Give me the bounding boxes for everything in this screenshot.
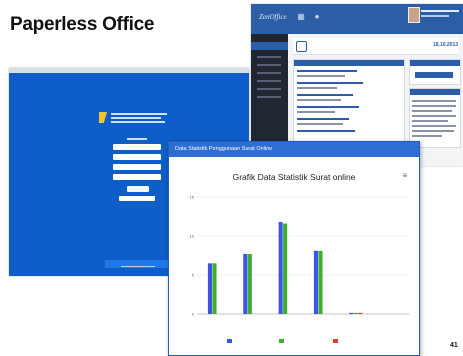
browser-chrome [9, 68, 249, 73]
dashboard-brand: ZenOffice [259, 13, 287, 21]
captcha-field[interactable] [113, 164, 161, 170]
sidebar-item[interactable] [257, 72, 281, 74]
user-name-line [421, 10, 459, 12]
org-name-line [111, 117, 161, 119]
notice-line [412, 105, 456, 107]
message-line [297, 111, 335, 113]
org-name-line [111, 121, 165, 123]
chart-plot: 0 5 10 15 [190, 195, 409, 317]
sidebar-item[interactable] [257, 80, 281, 82]
form-heading [127, 138, 147, 140]
notice-line [412, 125, 456, 127]
y-tick-label: 0 [192, 312, 195, 317]
chart-window: Data Statistik Penggunaan Surat Online G… [168, 141, 420, 356]
bar[interactable] [278, 221, 283, 314]
password-field[interactable] [113, 154, 161, 160]
notice-panel [409, 88, 461, 148]
message-line [297, 123, 343, 125]
legend-swatch [227, 338, 232, 343]
message-line [297, 87, 337, 89]
avatar[interactable] [408, 7, 420, 23]
page-number: 41 [450, 342, 458, 349]
username-field[interactable] [113, 144, 161, 150]
message-line[interactable] [297, 130, 355, 132]
sidebar-item[interactable] [257, 64, 281, 66]
legend-item[interactable] [227, 338, 234, 343]
date-display: 18.10.2013 [433, 42, 459, 48]
panel-header [410, 89, 460, 95]
legend-item[interactable] [279, 338, 286, 343]
panel-header [410, 60, 460, 66]
notice-line [412, 120, 448, 122]
slide-title: Paperless Office [10, 14, 155, 35]
calendar-icon [296, 41, 307, 52]
notice-line [412, 110, 452, 112]
y-tick-label: 5 [192, 273, 195, 278]
bar[interactable] [283, 223, 288, 314]
login-button[interactable] [119, 196, 155, 201]
notice-line [412, 100, 456, 102]
y-tick-label: 10 [190, 234, 195, 239]
bar[interactable] [243, 253, 248, 314]
notice-line [412, 135, 442, 137]
message-line[interactable] [297, 106, 359, 108]
bar[interactable] [313, 250, 319, 314]
sidebar-item-active[interactable] [251, 42, 288, 50]
sidebar-item[interactable] [257, 88, 281, 90]
legend-swatch [279, 338, 284, 343]
bar[interactable] [349, 312, 354, 314]
captcha-image [127, 186, 149, 192]
remember-field[interactable] [113, 174, 161, 180]
logo-icon [99, 112, 107, 123]
grid-icon[interactable]: ▦ [295, 11, 307, 23]
bar[interactable] [353, 312, 358, 314]
sidebar-item[interactable] [257, 96, 281, 98]
notice-line [412, 130, 454, 132]
legend-swatch [333, 338, 338, 343]
bar[interactable] [318, 250, 323, 314]
legend-item[interactable] [333, 338, 340, 343]
panel-header [294, 60, 404, 66]
message-line[interactable] [297, 70, 357, 72]
message-line[interactable] [297, 94, 353, 96]
org-name-line [111, 113, 167, 115]
message-line [297, 99, 341, 101]
bar[interactable] [212, 263, 217, 314]
notice-line [412, 115, 456, 117]
y-tick-label: 15 [190, 195, 195, 200]
footer-line [121, 266, 155, 267]
bell-icon[interactable]: ● [311, 11, 323, 23]
message-line[interactable] [297, 82, 363, 84]
user-role-line [421, 15, 449, 17]
bar[interactable] [247, 253, 252, 314]
sidebar-item[interactable] [257, 56, 281, 58]
message-line [297, 75, 345, 77]
bar[interactable] [207, 263, 213, 314]
action-button[interactable] [415, 72, 453, 78]
message-line[interactable] [297, 118, 349, 120]
bar[interactable] [358, 312, 363, 314]
